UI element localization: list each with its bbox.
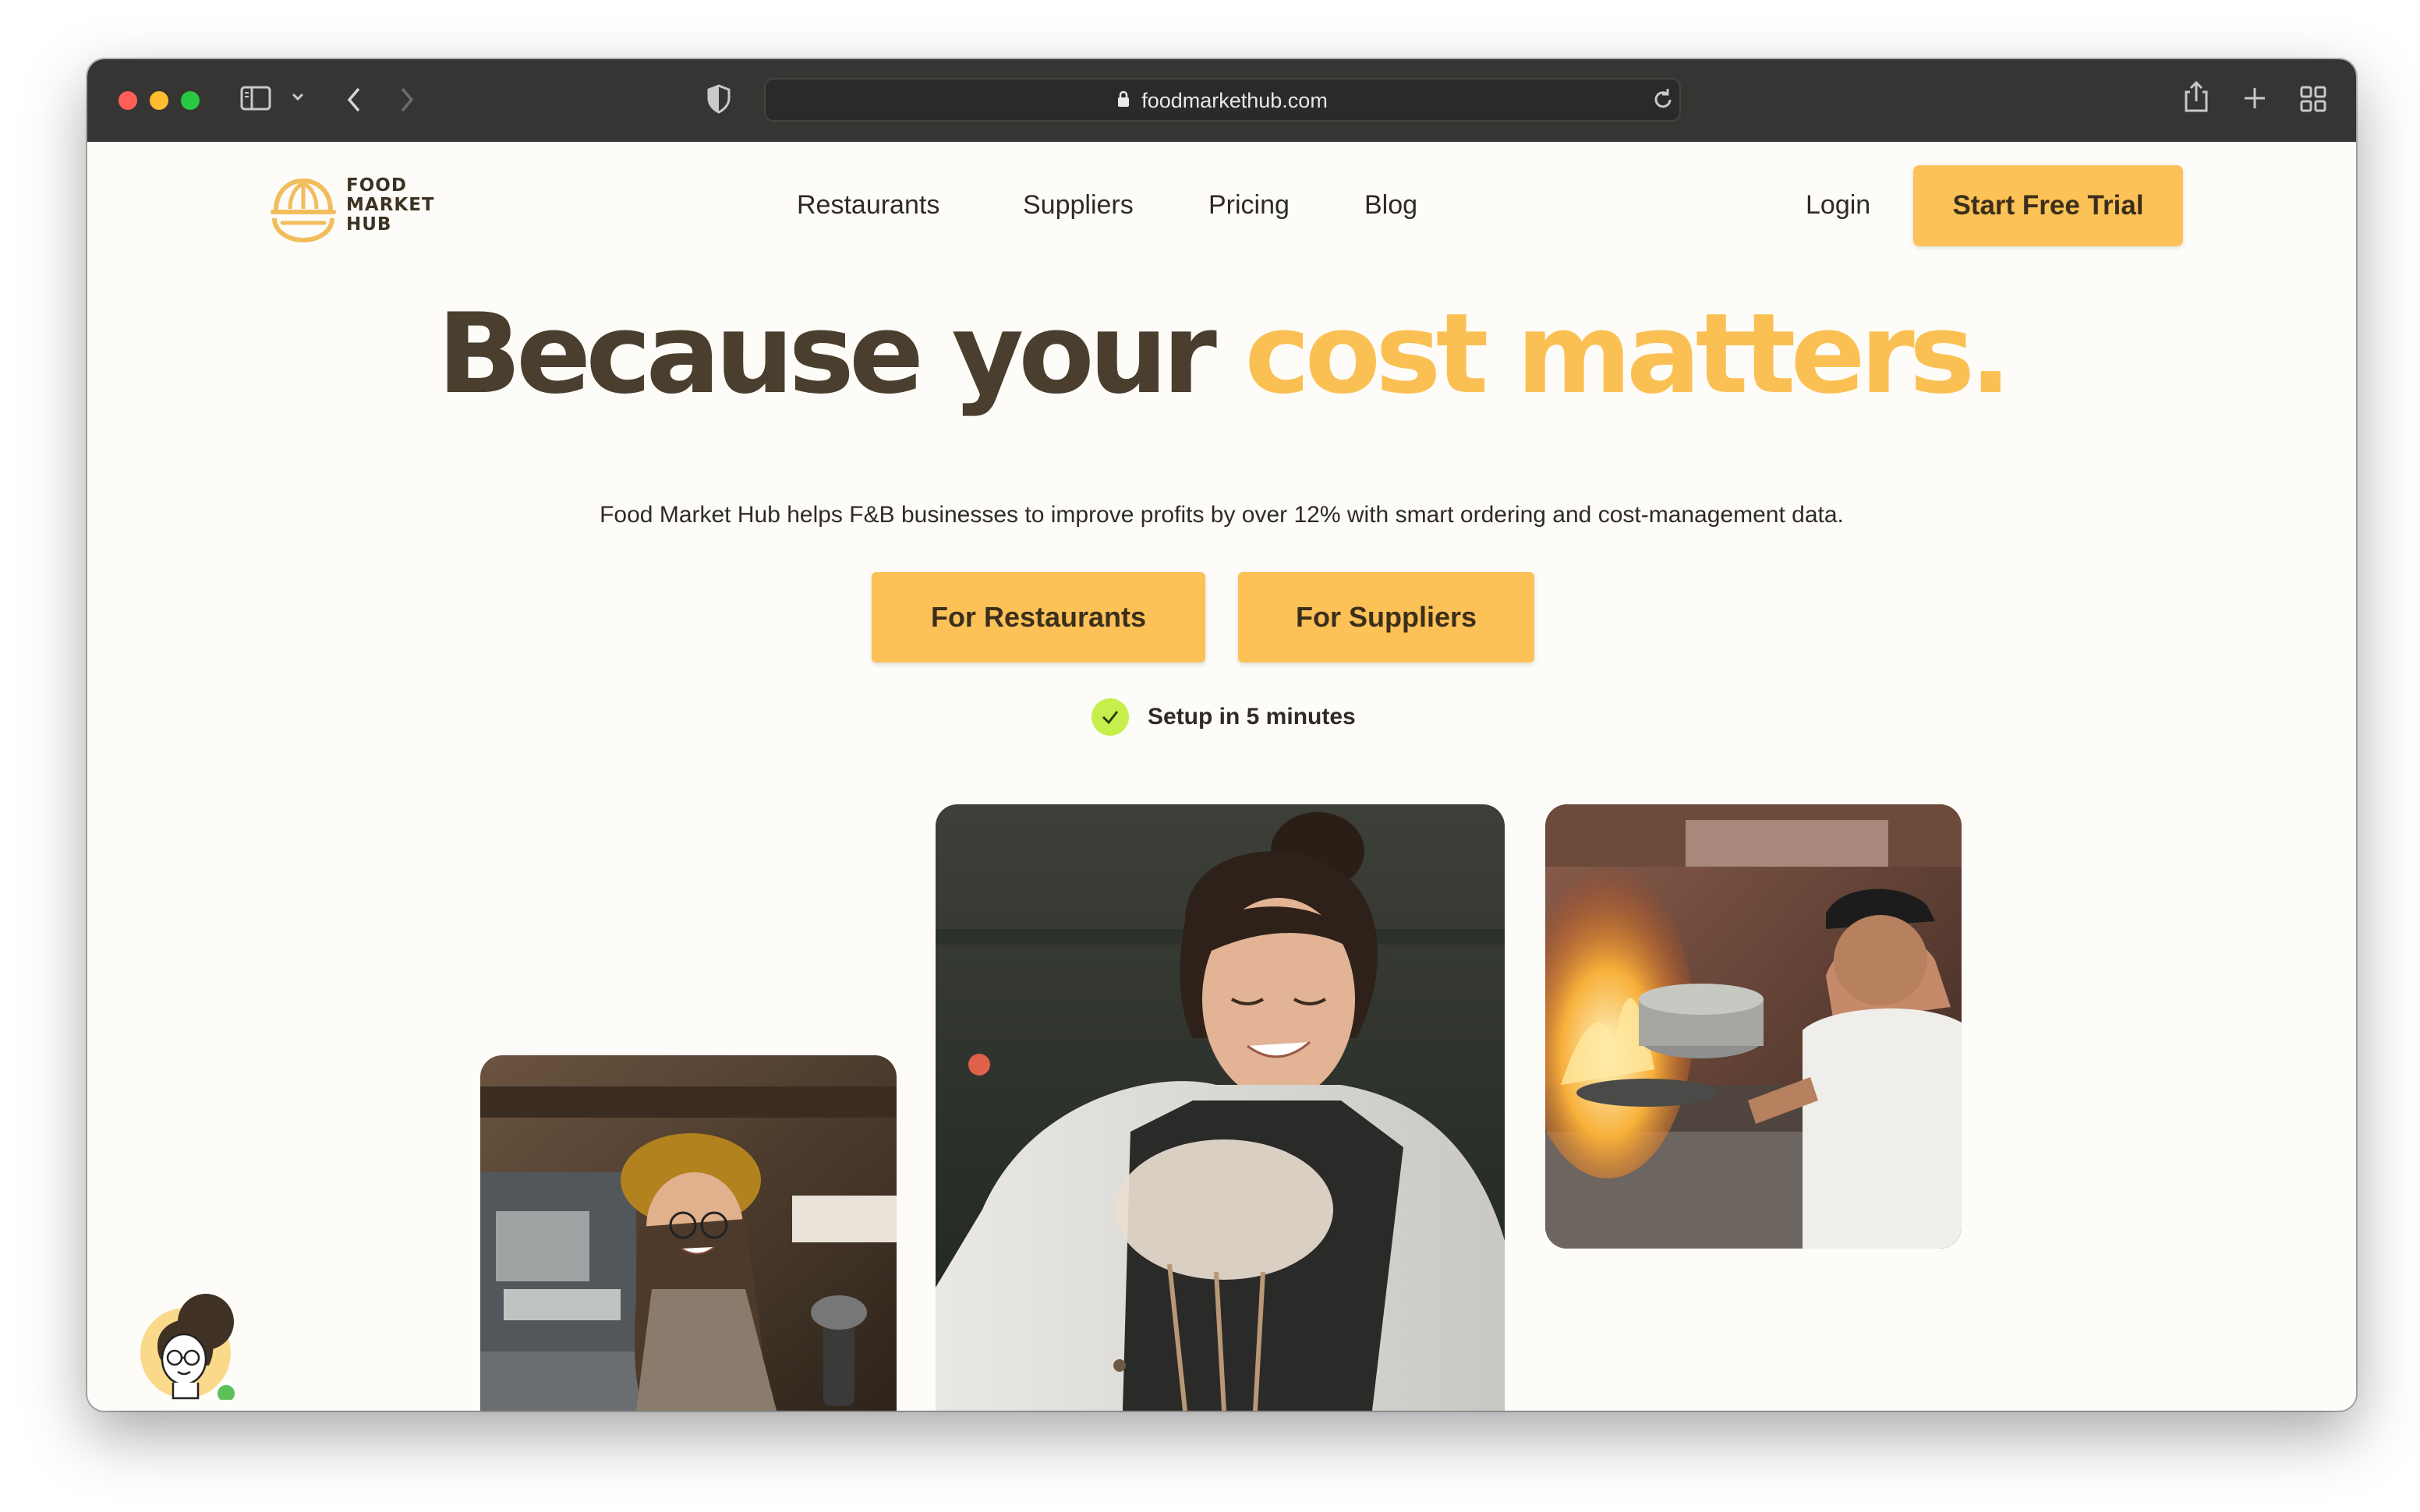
check-icon bbox=[1091, 698, 1129, 736]
headline-accent: cost matters. bbox=[1244, 290, 2011, 419]
login-link[interactable]: Login bbox=[1806, 190, 1870, 221]
close-window-button[interactable] bbox=[119, 91, 137, 110]
for-suppliers-button[interactable]: For Suppliers bbox=[1238, 572, 1534, 662]
url-text: foodmarkethub.com bbox=[1141, 89, 1328, 112]
zoom-window-button[interactable] bbox=[181, 91, 200, 110]
chevron-left-icon[interactable] bbox=[345, 86, 363, 117]
chevron-right-icon[interactable] bbox=[398, 86, 416, 117]
logo-line-food: FOOD bbox=[346, 175, 407, 196]
hero-headline: Because your cost matters. bbox=[87, 290, 2356, 419]
headline-main: Because your bbox=[437, 290, 1245, 419]
setup-note: Setup in 5 minutes bbox=[1091, 698, 1356, 737]
logo-wordmark[interactable]: FOOD MARKET HUB bbox=[346, 176, 455, 235]
reload-icon[interactable] bbox=[1651, 87, 1675, 115]
for-restaurants-button[interactable]: For Restaurants bbox=[872, 572, 1205, 662]
photo-chef bbox=[936, 804, 1505, 1411]
nav-link-restaurants[interactable]: Restaurants bbox=[797, 190, 939, 221]
browser-toolbar: foodmarkethub.com bbox=[87, 59, 2356, 143]
browser-window: foodmarkethub.com FOOD MARKET HUB Restau… bbox=[87, 59, 2356, 1411]
sidebar-icon[interactable] bbox=[240, 84, 271, 115]
photo-barista bbox=[480, 1055, 897, 1411]
web-page: FOOD MARKET HUB Restaurants Suppliers Pr… bbox=[87, 142, 2356, 1411]
address-bar[interactable]: foodmarkethub.com bbox=[764, 78, 1681, 122]
share-icon[interactable] bbox=[2183, 79, 2209, 117]
logo-line-hub: HUB bbox=[346, 214, 392, 235]
shield-icon[interactable] bbox=[706, 84, 731, 117]
chevron-down-icon[interactable] bbox=[290, 89, 306, 108]
lock-icon bbox=[1117, 90, 1135, 112]
plus-icon[interactable] bbox=[2242, 86, 2267, 114]
logo-mark-icon bbox=[271, 178, 336, 243]
hero-subhead: Food Market Hub helps F&B businesses to … bbox=[600, 502, 1844, 528]
nav-link-suppliers[interactable]: Suppliers bbox=[1023, 190, 1134, 221]
logo-line-market: MARKET bbox=[346, 195, 435, 215]
start-free-trial-button[interactable]: Start Free Trial bbox=[1913, 165, 2183, 246]
photo-kitchen-flame bbox=[1545, 804, 1962, 1249]
minimize-window-button[interactable] bbox=[150, 91, 168, 110]
nav-link-pricing[interactable]: Pricing bbox=[1208, 190, 1290, 221]
chat-widget-avatar[interactable] bbox=[134, 1291, 243, 1405]
nav-link-blog[interactable]: Blog bbox=[1364, 190, 1417, 221]
setup-note-text: Setup in 5 minutes bbox=[1148, 704, 1356, 730]
tab-overview-icon[interactable] bbox=[2300, 86, 2326, 115]
